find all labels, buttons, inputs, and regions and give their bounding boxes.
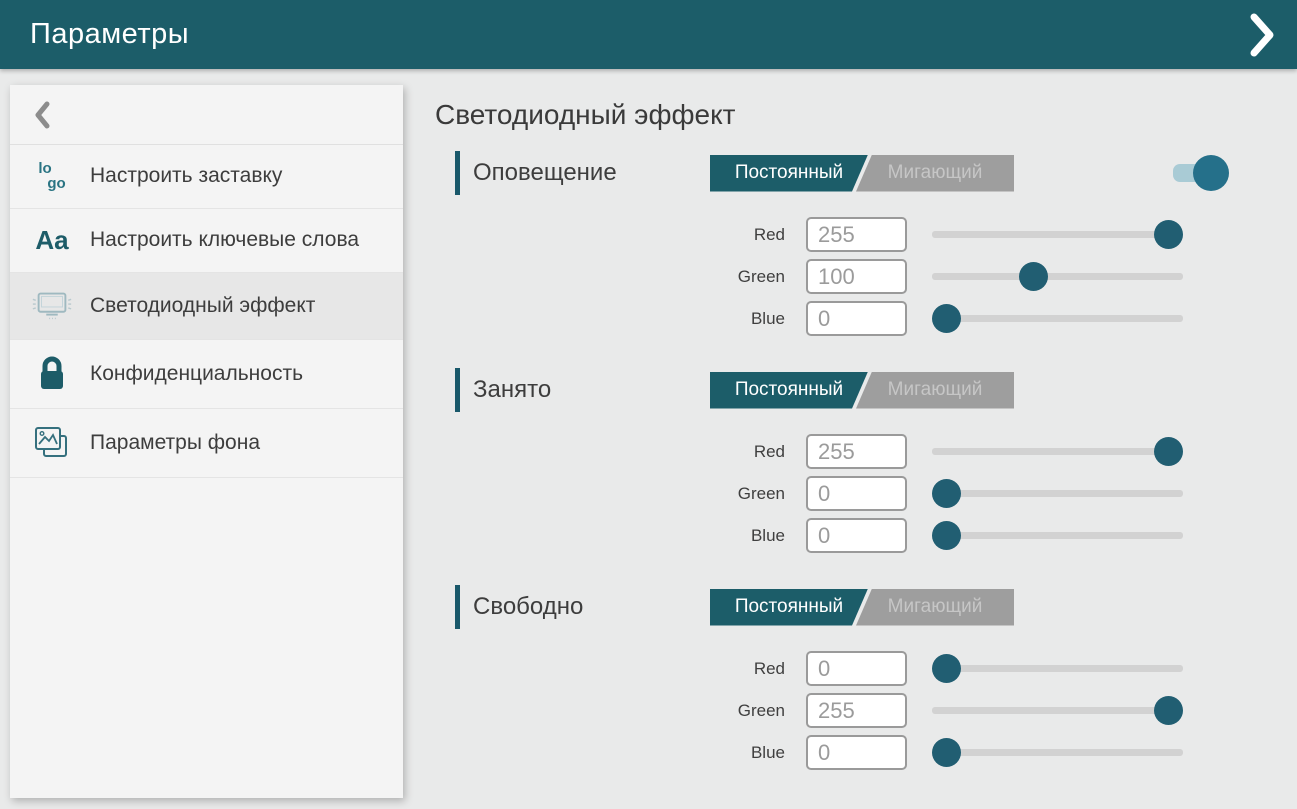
toggle-knob [1193,155,1229,191]
sidebar-back-button[interactable] [10,85,403,145]
logo-icon: logo [30,162,74,191]
mode-option-blinking[interactable]: Мигающий [856,372,1014,409]
monitor-icon [30,289,74,323]
blue-value-input[interactable] [806,518,907,553]
slider-thumb[interactable] [932,654,961,683]
rgb-row: Red [455,651,1297,686]
notification-enable-toggle[interactable] [1173,162,1225,184]
red-slider[interactable] [932,437,1183,466]
green-label: Green [455,701,785,721]
aa-icon: Aa [30,225,74,256]
rgb-row: Green [455,693,1297,728]
mode-option-blinking[interactable]: Мигающий [856,155,1014,192]
section-title: Свободно [473,593,710,621]
rgb-row: Red [455,434,1297,469]
green-value-input[interactable] [806,476,907,511]
mode-option-constant[interactable]: Постоянный [710,589,868,626]
chevron-left-icon [34,101,50,129]
led-section-free: Свободно Постоянный Мигающий Red Green [435,585,1297,770]
main-panel: Светодиодный эффект Оповещение Постоянны… [403,69,1297,809]
sidebar-item-led-effect[interactable]: Светодиодный эффект [10,273,403,340]
sidebar: logo Настроить заставку Aa Настроить клю… [10,85,403,798]
blue-label: Blue [455,526,785,546]
slider-track [932,231,1183,238]
slider-track [932,665,1183,672]
rgb-row: Red [455,217,1297,252]
rgb-row: Blue [455,518,1297,553]
slider-track [932,448,1183,455]
red-label: Red [455,225,785,245]
rgb-row: Green [455,259,1297,294]
section-accent-bar [455,151,460,195]
main-title: Светодиодный эффект [435,99,1297,131]
mode-segmented-control: Постоянный Мигающий [710,589,1014,626]
mode-segmented-control: Постоянный Мигающий [710,372,1014,409]
mode-option-blinking[interactable]: Мигающий [856,589,1014,626]
page-title: Параметры [30,18,189,51]
red-label: Red [455,442,785,462]
lock-icon [30,356,74,392]
chevron-right-icon[interactable] [1249,13,1275,57]
slider-track [932,315,1183,322]
sidebar-item-background[interactable]: Параметры фона [10,409,403,478]
red-slider[interactable] [932,654,1183,683]
slider-thumb[interactable] [932,304,961,333]
sidebar-item-label: Настроить ключевые слова [90,227,359,253]
red-value-input[interactable] [806,651,907,686]
section-title: Оповещение [473,159,710,187]
sidebar-item-screensaver[interactable]: logo Настроить заставку [10,145,403,209]
section-accent-bar [455,368,460,412]
slider-thumb[interactable] [932,521,961,550]
green-slider[interactable] [932,479,1183,508]
blue-label: Blue [455,309,785,329]
rgb-row: Blue [455,301,1297,336]
images-icon [30,425,74,461]
section-accent-bar [455,585,460,629]
app-header: Параметры [0,0,1297,69]
blue-value-input[interactable] [806,735,907,770]
slider-thumb[interactable] [1154,437,1183,466]
sidebar-item-label: Светодиодный эффект [90,293,315,319]
blue-slider[interactable] [932,521,1183,550]
slider-track [932,490,1183,497]
blue-value-input[interactable] [806,301,907,336]
mode-segmented-control: Постоянный Мигающий [710,155,1014,192]
slider-thumb[interactable] [932,738,961,767]
slider-track [932,707,1183,714]
led-section-notification: Оповещение Постоянный Мигающий Red [435,151,1297,336]
slider-track [932,749,1183,756]
green-label: Green [455,267,785,287]
slider-thumb[interactable] [1019,262,1048,291]
green-label: Green [455,484,785,504]
slider-track [932,532,1183,539]
sidebar-item-privacy[interactable]: Конфиденциальность [10,340,403,409]
green-slider[interactable] [932,696,1183,725]
red-value-input[interactable] [806,434,907,469]
rgb-row: Green [455,476,1297,511]
mode-option-constant[interactable]: Постоянный [710,155,868,192]
red-slider[interactable] [932,220,1183,249]
green-value-input[interactable] [806,693,907,728]
led-section-busy: Занято Постоянный Мигающий Red Green [435,368,1297,553]
sidebar-item-label: Конфиденциальность [90,361,303,387]
rgb-row: Blue [455,735,1297,770]
slider-thumb[interactable] [932,479,961,508]
green-slider[interactable] [932,262,1183,291]
slider-thumb[interactable] [1154,220,1183,249]
green-value-input[interactable] [806,259,907,294]
sidebar-item-label: Параметры фона [90,430,260,456]
slider-track [932,273,1183,280]
section-title: Занято [473,376,710,404]
blue-slider[interactable] [932,304,1183,333]
blue-slider[interactable] [932,738,1183,767]
sidebar-item-label: Настроить заставку [90,163,282,189]
red-value-input[interactable] [806,217,907,252]
slider-thumb[interactable] [1154,696,1183,725]
blue-label: Blue [455,743,785,763]
sidebar-item-keywords[interactable]: Aa Настроить ключевые слова [10,209,403,273]
mode-option-constant[interactable]: Постоянный [710,372,868,409]
red-label: Red [455,659,785,679]
